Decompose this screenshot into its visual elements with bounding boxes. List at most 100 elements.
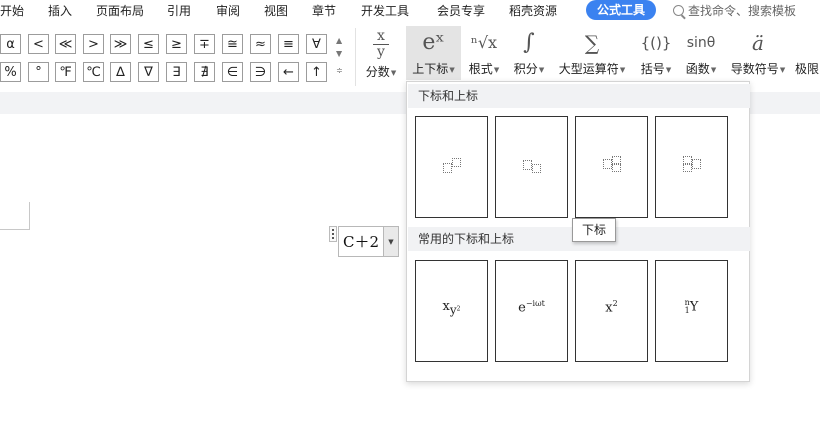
menu-page-layout[interactable]: 页面布局 [96,2,144,19]
script-icon: eˣ [422,30,445,55]
radical-button[interactable]: ⁿ√x 根式▼ [465,26,503,80]
limit-button[interactable]: 极限 [795,26,820,80]
menu-home[interactable]: 开始 [0,2,24,19]
example-x-sub-y-squared[interactable]: xy2 [415,260,488,362]
function-label: 函数 [685,62,710,76]
symbols-scroll-up-icon[interactable]: ▲ [336,36,342,45]
integral-button[interactable]: ∫ 积分▼ [510,26,548,80]
template-superscript[interactable] [415,116,488,218]
fraction-label: 分数 [365,65,390,79]
symbol-nabla[interactable]: ∇ [138,62,159,82]
symbol-approx[interactable]: ≈ [250,34,271,54]
symbol-congruent[interactable]: ≅ [222,34,243,54]
search-text: 查找命令、搜索模板 [688,4,797,18]
menu-insert[interactable]: 插入 [48,2,72,19]
section-title-scripts: 下标和上标 [408,84,750,108]
accent-caret-icon: ▼ [779,65,786,74]
symbol-greater-than[interactable]: > [83,34,104,54]
integral-caret-icon: ▼ [538,65,545,74]
equation-drag-handle-icon[interactable] [329,226,337,242]
script-label: 上下标 [412,62,449,76]
large-operator-caret-icon: ▼ [619,65,626,74]
example1-base: x [442,299,450,314]
sub-superscript-template-icon [576,153,647,172]
fraction-button[interactable]: xy 分数▼ [362,26,400,80]
accent-icon: ä [752,31,764,55]
superscript-template-icon [416,157,487,176]
symbol-less-than[interactable]: < [28,34,49,54]
symbol-exists[interactable]: ∃ [166,62,187,82]
bracket-caret-icon: ▼ [665,65,672,74]
menu-bar: 开始 插入 页面布局 引用 审阅 视图 章节 开发工具 会员专享 稻壳资源 公式… [0,0,820,22]
fraction-caret-icon: ▼ [390,68,397,77]
symbol-celsius[interactable]: ℃ [83,62,104,82]
example2-base: e [518,300,526,316]
example1-sub: y [449,302,457,317]
equation-field[interactable]: C＋2 [338,226,384,257]
ribbon-separator [355,28,356,86]
menu-review[interactable]: 审阅 [216,2,240,19]
search-icon [673,5,684,16]
symbol-greater-equal[interactable]: ≥ [166,34,187,54]
template-sub-superscript[interactable] [575,116,648,218]
bracket-label: 括号 [640,62,665,76]
symbol-much-less[interactable]: ≪ [55,34,76,54]
example4-base: Y [689,299,699,315]
accent-label: 导数符号 [730,62,779,76]
symbols-more-icon[interactable]: ≑ [336,66,343,75]
symbol-degree[interactable]: ° [28,62,49,82]
symbol-identical[interactable]: ≡ [278,34,299,54]
example-e-minus-iwt[interactable]: e−iωt [495,260,568,362]
symbol-not-exists[interactable]: ∄ [194,62,215,82]
example2-sup: −iωt [525,299,545,308]
script-button[interactable]: eˣ 上下标▼ [406,26,461,80]
menu-member[interactable]: 会员专享 [437,2,485,19]
template-left-sub-superscript[interactable] [655,116,728,218]
page-margin-marker [0,202,30,230]
large-operator-label: 大型运算符 [558,62,619,76]
symbol-delta[interactable]: ∆ [110,62,131,82]
radical-caret-icon: ▼ [493,65,500,74]
bracket-icon: {()} [640,34,672,52]
limit-label: 极限 [795,62,820,76]
function-icon: sinθ [686,35,716,51]
menu-developer[interactable]: 开发工具 [361,2,409,19]
symbol-minus-plus[interactable]: ∓ [194,34,215,54]
function-caret-icon: ▼ [710,65,717,74]
limit-icon [795,26,820,60]
menu-chapter[interactable]: 章节 [312,2,336,19]
accent-button[interactable]: ä 导数符号▼ [727,26,789,80]
example3-sup: 2 [612,299,618,308]
symbol-fahrenheit[interactable]: ℉ [55,62,76,82]
symbol-element-of[interactable]: ∈ [222,62,243,82]
search-box[interactable]: 查找命令、搜索模板 [673,2,796,19]
example-n-1-Y[interactable]: n1Y [655,260,728,362]
symbol-percent[interactable]: % [0,62,21,82]
equation-dropdown-icon[interactable]: ▼ [384,226,399,257]
large-operator-button[interactable]: ∑ 大型运算符▼ [556,26,628,80]
symbol-less-equal[interactable]: ≤ [138,34,159,54]
menu-references[interactable]: 引用 [167,2,191,19]
left-sub-superscript-template-icon [656,153,727,172]
function-button[interactable]: sinθ 函数▼ [682,26,720,80]
symbol-left-arrow[interactable]: ← [278,62,299,82]
example1-sup: 2 [456,304,461,312]
symbol-alpha[interactable]: α [0,34,21,54]
script-caret-icon: ▼ [449,65,455,74]
bracket-button[interactable]: {()} 括号▼ [636,26,676,80]
menu-docer[interactable]: 稻壳资源 [509,2,557,19]
symbol-much-greater[interactable]: ≫ [110,34,131,54]
menu-view[interactable]: 视图 [264,2,288,19]
template-subscript[interactable] [495,116,568,218]
fraction-icon: xy [362,26,400,63]
radical-label: 根式 [468,62,493,76]
subscript-template-icon [496,154,567,173]
menu-formula-tools[interactable]: 公式工具 [586,0,656,20]
example-x-squared[interactable]: x2 [575,260,648,362]
radical-icon: ⁿ√x [470,33,498,52]
symbol-up-arrow[interactable]: ↑ [306,62,327,82]
symbols-scroll-down-icon[interactable]: ▲ [336,50,342,59]
integral-icon: ∫ [523,30,535,55]
symbol-for-all[interactable]: ∀ [306,34,327,54]
symbol-contains[interactable]: ∋ [250,62,271,82]
